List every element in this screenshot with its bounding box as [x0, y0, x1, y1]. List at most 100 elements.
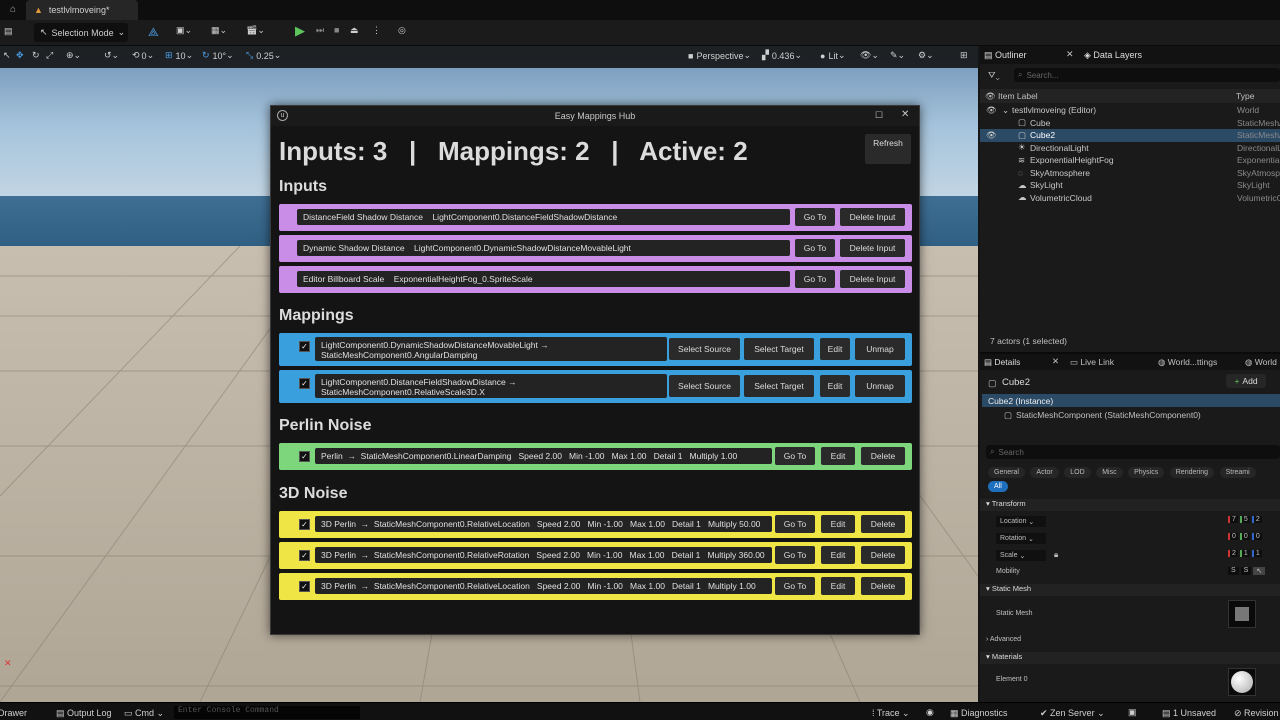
unmap-button[interactable]: Unmap	[855, 338, 905, 360]
viewport-settings-icon[interactable]: ⚙⌄	[918, 50, 934, 61]
perlin-field[interactable]: Perlin → StaticMeshComponent0.LinearDamp…	[315, 448, 772, 464]
camera-speed[interactable]: ▞ 0.436 ⌄	[762, 50, 802, 61]
tab-world[interactable]: ◍ World	[1245, 357, 1277, 368]
mobility-static[interactable]: S	[1228, 567, 1239, 575]
rotation-dropdown[interactable]: Rotation ⌄	[996, 533, 1046, 544]
outliner-row[interactable]: ☀ DirectionalLight DirectionalLight	[980, 142, 1280, 155]
blueprint-icon[interactable]: ▦⌄	[211, 25, 227, 36]
filter-chip[interactable]: Misc	[1096, 467, 1123, 478]
diagnostics-button[interactable]: ▦ Diagnostics	[950, 708, 1008, 719]
component-row[interactable]: ▢ StaticMeshComponent (StaticMeshComponen…	[1004, 410, 1201, 421]
component-instance-row[interactable]: Cube2 (Instance)	[982, 394, 1280, 407]
tab-data-layers[interactable]: ◈ Data Layers	[1084, 50, 1142, 61]
mapping-checkbox[interactable]: ✓	[299, 341, 310, 352]
delete-button[interactable]: Delete	[861, 577, 905, 595]
select-source-button[interactable]: Select Source	[669, 375, 740, 397]
derived-data-icon[interactable]: ◉	[926, 707, 934, 718]
filter-chip[interactable]: Streami	[1219, 467, 1256, 478]
outliner-row[interactable]: ☁VolumetricCloudVolumetricCloud	[980, 192, 1280, 205]
location-dropdown[interactable]: Location ⌄	[996, 516, 1046, 527]
advanced-section[interactable]: › Advanced	[986, 636, 1021, 643]
static-mesh-section[interactable]: ▾ Static Mesh	[980, 584, 1280, 596]
filter-chip[interactable]: Rendering	[1169, 467, 1215, 478]
cinematics-icon[interactable]: 🎬︎⌄	[246, 25, 265, 36]
level-tab[interactable]: ▲ testlvlmoveing*	[26, 0, 138, 20]
delete-button[interactable]: Delete	[861, 447, 905, 465]
console-input[interactable]: Enter Console Command	[174, 706, 360, 719]
outliner-row[interactable]: 👁︎ ⌄ testlvlmoveing (Editor) World	[980, 104, 1280, 117]
loc-x[interactable]: 7	[1228, 516, 1238, 523]
material-thumbnail[interactable]	[1228, 668, 1256, 696]
output-log-button[interactable]: ▤ Output Log	[56, 708, 112, 719]
goto-button[interactable]: Go To	[775, 515, 815, 533]
filter-all-chip[interactable]: All	[988, 481, 1008, 492]
delete-button[interactable]: Delete	[861, 546, 905, 564]
noise3d-checkbox[interactable]: ✓	[299, 519, 310, 530]
rotation-snap[interactable]: ↻ 10° ⌄	[202, 50, 234, 61]
stop-icon[interactable]: ■	[334, 25, 339, 35]
add-actor-icon[interactable]: ▣⌄	[176, 25, 192, 36]
filter-chip[interactable]: Physics	[1128, 467, 1165, 478]
delete-button[interactable]: Delete	[861, 515, 905, 533]
delete-input-button[interactable]: Delete Input	[840, 208, 905, 226]
layout-icon[interactable]: ⊞	[960, 50, 968, 61]
materials-section[interactable]: ▾ Materials	[980, 652, 1280, 664]
tab-live-link[interactable]: ▭ Live Link	[1070, 357, 1114, 368]
lock-icon[interactable]: 🔒︎	[1054, 550, 1058, 560]
maximize-icon[interactable]: ☐	[875, 110, 883, 121]
goto-button[interactable]: Go To	[775, 546, 815, 564]
details-search-input[interactable]: ⌕ Search	[986, 445, 1280, 459]
filter-icon[interactable]: ⛛⌄	[988, 70, 1000, 81]
noise3d-checkbox[interactable]: ✓	[299, 581, 310, 592]
tab-details[interactable]: ▤ Details	[984, 357, 1020, 368]
more-options-icon[interactable]: ⋮	[372, 25, 381, 36]
scale-tool-icon[interactable]: ⤢	[46, 50, 53, 61]
expand-icon[interactable]: ⌄	[1002, 105, 1009, 116]
content-drawer-button[interactable]: Content Drawer	[0, 708, 27, 718]
edit-button[interactable]: Edit	[820, 375, 850, 397]
step-icon[interactable]: ⏭︎	[316, 25, 324, 36]
lit-dropdown[interactable]: ● Lit ⌄	[820, 50, 846, 61]
goto-button[interactable]: Go To	[775, 577, 815, 595]
loc-y[interactable]: 5	[1239, 516, 1250, 523]
surface-snap-icon[interactable]: ↺⌄	[104, 50, 119, 61]
close-icon[interactable]: ✕	[1052, 356, 1059, 367]
unsaved-button[interactable]: ▤ 1 Unsaved	[1162, 708, 1216, 719]
filter-chip[interactable]: Actor	[1030, 467, 1059, 478]
mobility-movable-icon[interactable]: ↖	[1253, 567, 1266, 575]
delete-input-button[interactable]: Delete Input	[840, 270, 905, 288]
goto-button[interactable]: Go To	[795, 270, 835, 288]
input-field[interactable]: Editor Billboard Scale ExponentialHeight…	[297, 271, 790, 287]
edit-button[interactable]: Edit	[821, 515, 855, 533]
play-icon[interactable]: ▶	[295, 23, 305, 39]
visualizer-icon[interactable]: ✎⌄	[890, 50, 905, 61]
mapping-checkbox[interactable]: ✓	[299, 378, 310, 389]
goto-button[interactable]: Go To	[795, 208, 835, 226]
edit-button[interactable]: Edit	[821, 546, 855, 564]
input-field[interactable]: Dynamic Shadow Distance LightComponent0.…	[297, 240, 790, 256]
input-field[interactable]: DistanceField Shadow Distance LightCompo…	[297, 209, 790, 225]
home-icon[interactable]: ⌂	[10, 4, 16, 15]
outliner-row[interactable]: ▢Cube StaticMeshActor	[980, 117, 1280, 130]
zero-value[interactable]: ⟲ 0 ⌄	[132, 50, 154, 61]
scale-dropdown[interactable]: Scale ⌄	[996, 550, 1046, 561]
noise3d-field[interactable]: 3D Perlin → StaticMeshComponent0.Relativ…	[315, 547, 772, 563]
mapping-field[interactable]: LightComponent0.DynamicShadowDistanceMov…	[315, 337, 667, 361]
rotate-tool-icon[interactable]: ↻	[32, 50, 40, 61]
tab-outliner[interactable]: ▤ Outliner	[984, 50, 1027, 61]
outliner-row[interactable]: ◌ SkyAtmosphere SkyAtmosphere	[980, 167, 1280, 180]
show-icon[interactable]: 👁︎⌄	[860, 50, 879, 61]
world-space-icon[interactable]: ⊕⌄	[66, 50, 81, 61]
goto-button[interactable]: Go To	[795, 239, 835, 257]
loc-z[interactable]: 2	[1251, 516, 1262, 523]
rot-z[interactable]: 0	[1251, 533, 1262, 540]
close-icon[interactable]: ✕	[901, 109, 909, 120]
modeling-icon[interactable]: ⟁	[148, 25, 159, 40]
eject-icon[interactable]: ⏏︎	[350, 25, 359, 36]
select-target-button[interactable]: Select Target	[744, 375, 814, 397]
refresh-button[interactable]: Refresh	[865, 134, 911, 164]
visibility-icon[interactable]: 👁︎	[986, 130, 997, 141]
revision-control-button[interactable]: ⊘ Revision	[1234, 708, 1279, 719]
unmap-button[interactable]: Unmap	[855, 375, 905, 397]
close-icon[interactable]: ✕	[1066, 49, 1074, 60]
